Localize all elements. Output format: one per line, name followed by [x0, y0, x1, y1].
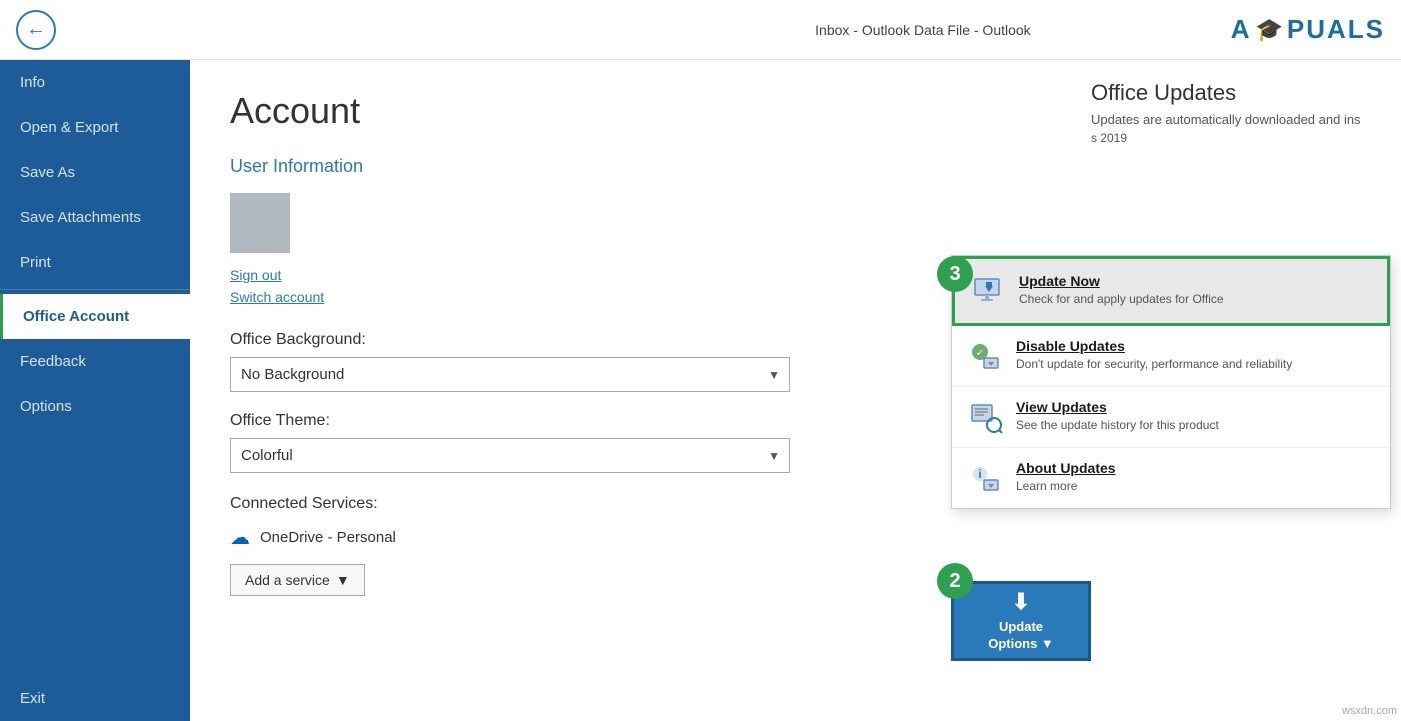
sidebar-item-print[interactable]: Print [0, 240, 190, 285]
menu-item-view-updates[interactable]: View Updates See the update history for … [952, 387, 1390, 448]
about-updates-text: About Updates Learn more [1016, 460, 1116, 495]
update-dropdown-menu: Update Now Check for and apply updates f… [951, 255, 1391, 509]
update-options-download-icon: ⬇ [1012, 589, 1030, 615]
logo-rest: PUALS [1287, 14, 1385, 45]
disable-updates-icon: ✓ [968, 338, 1004, 374]
sidebar-item-info[interactable]: Info [0, 60, 190, 105]
content-area: Account User Information Sign out Switch… [190, 60, 921, 721]
about-updates-label: About Updates [1016, 460, 1116, 476]
disable-updates-text: Disable Updates Don't update for securit… [1016, 338, 1292, 373]
switch-account-link[interactable]: Switch account [230, 289, 324, 305]
top-bar: ← Inbox - Outlook Data File - Outlook A … [0, 0, 1401, 60]
office-background-dropdown-wrapper: No Background ▼ [230, 357, 790, 392]
app-logo: A 🎓 PUALS [1231, 14, 1385, 45]
sidebar-divider [0, 289, 190, 290]
office-updates-section: Office Updates Updates are automatically… [1091, 80, 1381, 145]
about-updates-desc: Learn more [1016, 478, 1116, 495]
sidebar-item-open-export[interactable]: Open & Export [0, 105, 190, 150]
office-theme-dropdown-wrapper: Colorful ▼ [230, 438, 790, 473]
onedrive-label: OneDrive - Personal [260, 529, 396, 546]
view-updates-label: View Updates [1016, 399, 1219, 415]
sidebar: Info Open & Export Save As Save Attachme… [0, 60, 190, 721]
menu-item-disable-updates[interactable]: ✓ Disable Updates Don't update for secur… [952, 326, 1390, 387]
svg-text:✓: ✓ [976, 348, 984, 359]
update-options-button[interactable]: ⬇ UpdateOptions ▼ [951, 581, 1091, 661]
sign-out-link[interactable]: Sign out [230, 267, 281, 283]
sidebar-item-exit[interactable]: Exit [0, 676, 190, 721]
sidebar-item-office-account[interactable]: Office Account [0, 294, 190, 339]
back-button[interactable]: ← [16, 10, 56, 50]
sidebar-item-save-attachments[interactable]: Save Attachments [0, 195, 190, 240]
right-panel: Office Updates Updates are automatically… [921, 60, 1401, 721]
update-now-label: Update Now [1019, 273, 1224, 289]
svg-text:i: i [978, 467, 981, 481]
step-2-badge: 2 [937, 563, 973, 599]
logo-text: A [1231, 14, 1252, 45]
logo-icon: 🎓 [1255, 17, 1282, 43]
view-updates-text: View Updates See the update history for … [1016, 399, 1219, 434]
page-title: Account [230, 90, 881, 132]
main-layout: Info Open & Export Save As Save Attachme… [0, 60, 1401, 721]
menu-item-about-updates[interactable]: i About Updates Learn more [952, 448, 1390, 508]
user-info-title: User Information [230, 156, 881, 177]
user-avatar [230, 193, 290, 253]
onedrive-row: ☁ OneDrive - Personal [230, 525, 881, 550]
office-updates-title: Office Updates [1091, 80, 1381, 106]
add-service-button[interactable]: Add a service ▼ [230, 564, 365, 596]
view-updates-icon [968, 399, 1004, 435]
disable-updates-desc: Don't update for security, performance a… [1016, 356, 1292, 373]
add-service-label: Add a service [245, 572, 330, 588]
disable-updates-label: Disable Updates [1016, 338, 1292, 354]
office-theme-label: Office Theme: [230, 412, 881, 430]
update-now-text: Update Now Check for and apply updates f… [1019, 273, 1224, 308]
sidebar-item-options[interactable]: Options [0, 384, 190, 429]
connected-services-title: Connected Services: [230, 495, 881, 513]
year-label: s 2019 [1091, 131, 1381, 145]
menu-item-update-now[interactable]: Update Now Check for and apply updates f… [952, 256, 1390, 326]
window-title: Inbox - Outlook Data File - Outlook [815, 22, 1031, 38]
update-options-label: UpdateOptions ▼ [988, 619, 1054, 653]
add-service-arrow-icon: ▼ [336, 572, 350, 588]
office-theme-select[interactable]: Colorful [230, 438, 790, 473]
office-background-select[interactable]: No Background [230, 357, 790, 392]
update-now-icon [971, 273, 1007, 309]
office-background-label: Office Background: [230, 331, 881, 349]
sidebar-item-feedback[interactable]: Feedback [0, 339, 190, 384]
onedrive-icon: ☁ [230, 525, 250, 550]
update-now-desc: Check for and apply updates for Office [1019, 291, 1224, 308]
about-updates-icon: i [968, 460, 1004, 496]
sidebar-item-save-as[interactable]: Save As [0, 150, 190, 195]
watermark: wsxdn.com [1342, 705, 1397, 717]
office-updates-desc: Updates are automatically downloaded and… [1091, 112, 1381, 127]
step-3-badge: 3 [937, 256, 973, 292]
view-updates-desc: See the update history for this product [1016, 417, 1219, 434]
